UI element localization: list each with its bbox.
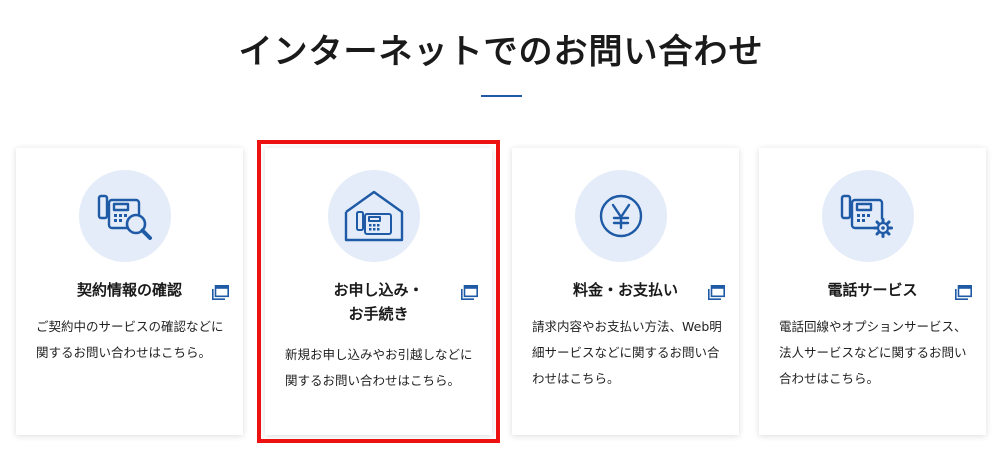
card-description: ご契約中のサービスの確認などに関するお問い合わせはこちら。 bbox=[36, 319, 224, 360]
yen-icon bbox=[575, 170, 667, 262]
card-title-line: 契約情報の確認 bbox=[76, 281, 182, 299]
external-window-icon bbox=[212, 285, 229, 300]
section-title: インターネットでのお問い合わせ bbox=[238, 32, 764, 72]
card-title-line: お申し込み・ bbox=[333, 281, 424, 299]
card-description: 新規お申し込みやお引越しなどに関するお問い合わせはこちら。 bbox=[285, 347, 473, 388]
external-window-icon bbox=[708, 285, 725, 300]
card-title: 契約情報の確認 bbox=[36, 278, 223, 302]
external-window-icon bbox=[955, 285, 972, 300]
card-title-line: 料金・お支払い bbox=[572, 281, 678, 299]
card-phone-service[interactable]: 電話サービス 電話回線やオプションサービス、法人サービスなどに関するお問い合わせ… bbox=[759, 148, 986, 435]
card-description: 電話回線やオプションサービス、法人サービスなどに関するお問い合わせはこちら。 bbox=[779, 319, 967, 386]
card-title-line: 電話サービス bbox=[827, 281, 918, 299]
title-underline bbox=[481, 95, 522, 97]
phone-search-icon bbox=[79, 170, 171, 262]
card-description: 請求内容やお支払い方法、Web明細サービスなどに関するお問い合わせはこちら。 bbox=[532, 319, 722, 386]
card-title: お申し込み・ お手続き bbox=[285, 278, 472, 326]
card-application[interactable]: お申し込み・ お手続き 新規お申し込みやお引越しなどに関するお問い合わせはこちら… bbox=[257, 140, 500, 443]
card-title: 電話サービス bbox=[779, 278, 966, 302]
home-phone-icon bbox=[328, 170, 420, 262]
external-window-icon bbox=[461, 285, 478, 300]
card-title-line: お手続き bbox=[348, 305, 409, 323]
inquiry-section: インターネットでのお問い合わせ 契約情報の確認 ご契約中のサービスの確認などに関… bbox=[0, 0, 1002, 451]
card-contract-info[interactable]: 契約情報の確認 ご契約中のサービスの確認などに関するお問い合わせはこちら。 bbox=[16, 148, 243, 435]
card-billing[interactable]: 料金・お支払い 請求内容やお支払い方法、Web明細サービスなどに関するお問い合わ… bbox=[512, 148, 739, 435]
phone-gear-icon bbox=[822, 170, 914, 262]
card-title: 料金・お支払い bbox=[532, 278, 719, 302]
